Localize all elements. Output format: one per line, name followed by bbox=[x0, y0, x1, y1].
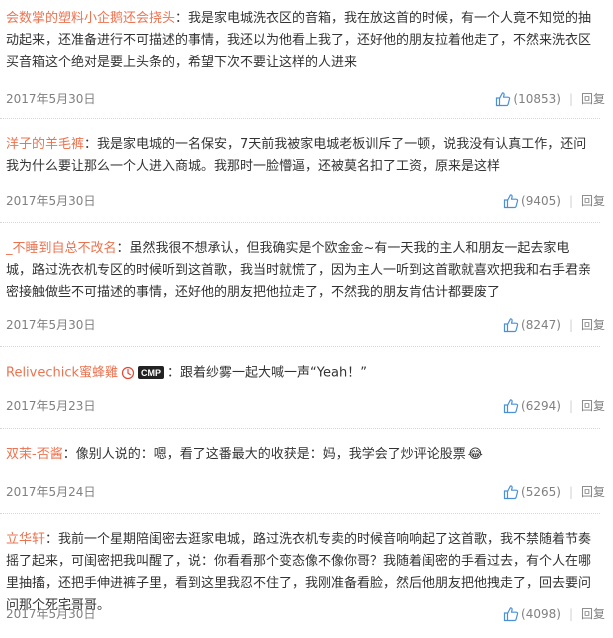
level-icon bbox=[121, 366, 135, 379]
reply-button[interactable]: 回复 bbox=[581, 604, 605, 624]
like-button[interactable]: (4098) bbox=[503, 604, 561, 624]
comment-body: ：跟着纱雾一起大喊一声“Yeah！” bbox=[167, 365, 367, 381]
comment-item: _不睡到自总不改名：虽然我很不想承认，但我确实是个欧金金~有一天我的主人和朋友一… bbox=[0, 238, 600, 304]
action-separator: | bbox=[568, 194, 573, 208]
like-count: (8247) bbox=[521, 318, 561, 332]
comment-actions: (6294) | 回复 bbox=[503, 396, 605, 416]
comment-date: 2017年5月23日 bbox=[6, 399, 96, 413]
thumbs-up-icon bbox=[503, 399, 519, 414]
comment-actions: (10853) | 回复 bbox=[495, 89, 605, 109]
comment-date: 2017年5月30日 bbox=[6, 318, 96, 332]
action-separator: | bbox=[568, 92, 573, 106]
comment-item: Relivechick蜜蜂雞 CMP ：跟着纱雾一起大喊一声“Yeah！” bbox=[0, 362, 600, 385]
comment-username[interactable]: 洋子的羊毛裤 bbox=[6, 137, 84, 152]
comment-meta: 2017年5月30日 (8247) | 回复 bbox=[6, 315, 605, 335]
thumbs-up-icon bbox=[503, 194, 519, 209]
like-button[interactable]: (5265) bbox=[503, 482, 561, 502]
comment-text: 会数掌的塑料小企鹅还会挠头：我是家电城洗衣区的音箱，我在放这首的时候，有一个人竟… bbox=[0, 8, 600, 74]
comment-text: Relivechick蜜蜂雞 CMP ：跟着纱雾一起大喊一声“Yeah！” bbox=[0, 362, 600, 385]
like-button[interactable]: (8247) bbox=[503, 315, 561, 335]
vip-badge-text: CMP bbox=[141, 368, 161, 378]
comment-item: 会数掌的塑料小企鹅还会挠头：我是家电城洗衣区的音箱，我在放这首的时候，有一个人竟… bbox=[0, 8, 600, 74]
comment-text: _不睡到自总不改名：虽然我很不想承认，但我确实是个欧金金~有一天我的主人和朋友一… bbox=[0, 238, 600, 304]
action-separator: | bbox=[568, 485, 573, 499]
thumbs-up-icon bbox=[503, 485, 519, 500]
reply-button[interactable]: 回复 bbox=[581, 89, 605, 109]
comment-username[interactable]: _不睡到自总不改名 bbox=[6, 241, 117, 256]
comment-date: 2017年5月30日 bbox=[6, 92, 96, 106]
comment-divider bbox=[0, 118, 600, 119]
vip-badge-icon: CMP bbox=[138, 366, 165, 379]
comment-actions: (5265) | 回复 bbox=[503, 482, 605, 502]
action-separator: | bbox=[568, 318, 573, 332]
reply-button[interactable]: 回复 bbox=[581, 191, 605, 211]
comment-meta: 2017年5月30日 (10853) | 回复 bbox=[6, 89, 605, 109]
like-button[interactable]: (10853) bbox=[495, 89, 561, 109]
comment-body: ：我是家电城的一名保安，7天前我被家电城老板训斥了一顿，说我没有认真工作，还问我… bbox=[6, 137, 587, 174]
comment-divider bbox=[0, 222, 600, 223]
comment-meta: 2017年5月24日 (5265) | 回复 bbox=[6, 482, 605, 502]
comment-item: 洋子的羊毛裤：我是家电城的一名保安，7天前我被家电城老板训斥了一顿，说我没有认真… bbox=[0, 134, 600, 178]
user-badges: CMP bbox=[121, 362, 165, 384]
reply-button[interactable]: 回复 bbox=[581, 396, 605, 416]
comment-feed: 会数掌的塑料小企鹅还会挠头：我是家电城洗衣区的音箱，我在放这首的时候，有一个人竟… bbox=[0, 0, 613, 638]
comment-username[interactable]: 双茉-否酱 bbox=[6, 447, 63, 462]
comment-body: ：我前一个星期陪闺密去逛家电城，路过洗衣机专卖的时候音响响起了这首歌，我不禁随着… bbox=[6, 532, 592, 613]
action-separator: | bbox=[568, 607, 573, 621]
comment-divider bbox=[0, 513, 600, 514]
thumbs-up-icon bbox=[503, 607, 519, 622]
action-separator: | bbox=[568, 399, 573, 413]
comment-username[interactable]: 立华轩 bbox=[6, 532, 45, 547]
like-count: (9405) bbox=[521, 194, 561, 208]
comment-date: 2017年5月30日 bbox=[6, 607, 96, 621]
comment-meta: 2017年5月30日 (9405) | 回复 bbox=[6, 191, 605, 211]
like-count: (6294) bbox=[521, 399, 561, 413]
like-count: (4098) bbox=[521, 607, 561, 621]
comment-username[interactable]: Relivechick蜜蜂雞 bbox=[6, 366, 118, 381]
reply-button[interactable]: 回复 bbox=[581, 315, 605, 335]
comment-item: 双茉-否酱：像别人说的：嗯，看了这番最大的收获是：妈，我学会了炒评论股票 😂 bbox=[0, 444, 600, 466]
thumbs-up-icon bbox=[503, 318, 519, 333]
reply-button[interactable]: 回复 bbox=[581, 482, 605, 502]
comment-divider bbox=[0, 428, 600, 429]
comment-text: 双茉-否酱：像别人说的：嗯，看了这番最大的收获是：妈，我学会了炒评论股票 😂 bbox=[0, 444, 600, 466]
like-button[interactable]: (6294) bbox=[503, 396, 561, 416]
comment-actions: (9405) | 回复 bbox=[503, 191, 605, 211]
comment-date: 2017年5月30日 bbox=[6, 194, 96, 208]
comment-username[interactable]: 会数掌的塑料小企鹅还会挠头 bbox=[6, 11, 175, 26]
like-count: (5265) bbox=[521, 485, 561, 499]
like-button[interactable]: (9405) bbox=[503, 191, 561, 211]
comment-divider bbox=[0, 346, 600, 347]
like-count: (10853) bbox=[513, 92, 561, 106]
laughing-emoji-icon: 😂 bbox=[467, 447, 483, 462]
comment-meta: 2017年5月30日 (4098) | 回复 bbox=[6, 604, 605, 624]
comment-body: ：像别人说的：嗯，看了这番最大的收获是：妈，我学会了炒评论股票 bbox=[62, 447, 466, 462]
comment-actions: (8247) | 回复 bbox=[503, 315, 605, 335]
comment-actions: (4098) | 回复 bbox=[503, 604, 605, 624]
comment-meta: 2017年5月23日 (6294) | 回复 bbox=[6, 396, 605, 416]
thumbs-up-icon bbox=[496, 92, 511, 107]
comment-text: 洋子的羊毛裤：我是家电城的一名保安，7天前我被家电城老板训斥了一顿，说我没有认真… bbox=[0, 134, 600, 178]
comment-date: 2017年5月24日 bbox=[6, 485, 96, 499]
